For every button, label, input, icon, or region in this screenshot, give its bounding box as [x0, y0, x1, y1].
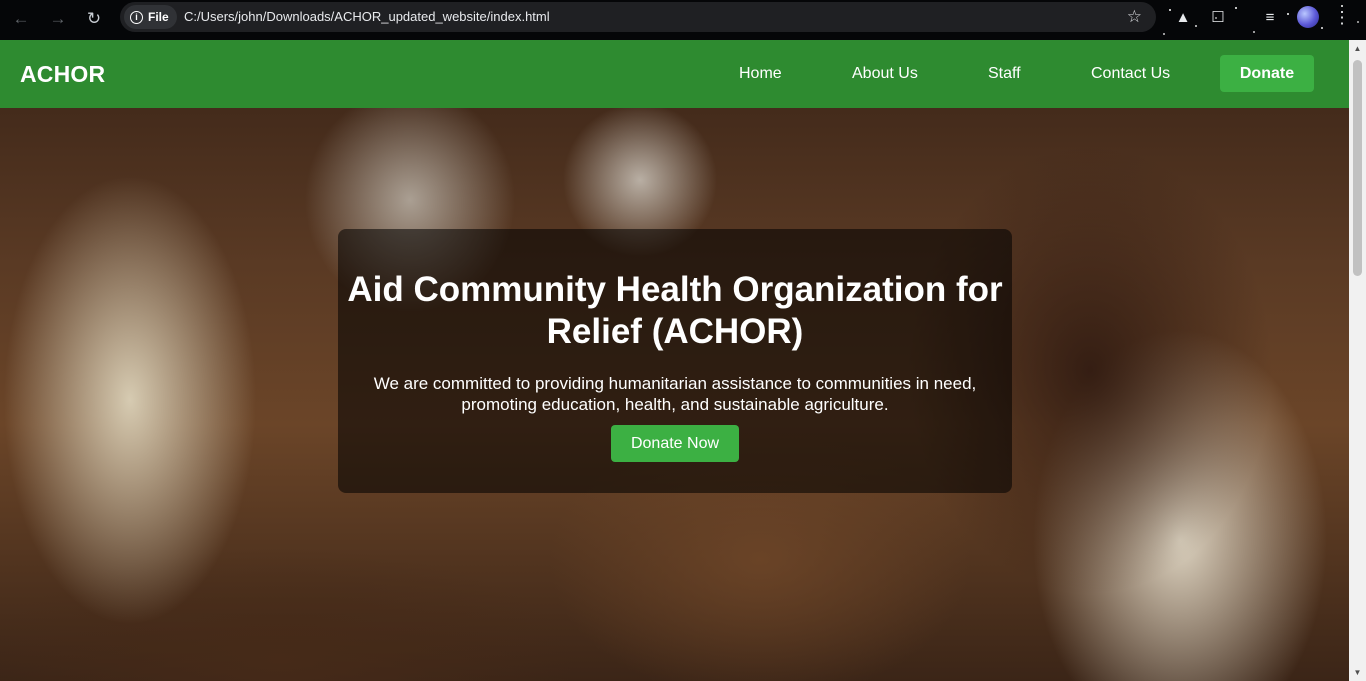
- donate-button[interactable]: Donate: [1220, 55, 1314, 92]
- nav-link-staff[interactable]: Staff: [988, 40, 1021, 108]
- site-info-chip[interactable]: i File: [124, 5, 177, 29]
- reading-list-icon[interactable]: ≡: [1258, 6, 1282, 30]
- profile-avatar-icon[interactable]: [1297, 6, 1319, 28]
- back-icon[interactable]: ←: [8, 6, 34, 32]
- hero-card: Aid Community Health Organization for Re…: [338, 229, 1012, 493]
- page-scrollbar[interactable]: ▲ ▼: [1349, 40, 1366, 681]
- hero-subtitle: We are committed to providing humanitari…: [373, 374, 977, 414]
- webpage: ACHOR Home About Us Staff Contact Us Don…: [0, 40, 1349, 681]
- reload-icon[interactable]: ↻: [81, 6, 107, 32]
- forward-icon[interactable]: →: [45, 6, 71, 32]
- scroll-up-icon[interactable]: ▲: [1349, 40, 1366, 57]
- extension-triangle-icon[interactable]: ▲: [1171, 6, 1195, 30]
- donate-now-button[interactable]: Donate Now: [611, 425, 739, 462]
- extension-puzzle-icon[interactable]: ☐: [1206, 6, 1230, 30]
- url-text[interactable]: C:/Users/john/Downloads/ACHOR_updated_we…: [184, 9, 550, 24]
- site-info-label: File: [148, 10, 169, 24]
- info-icon: i: [130, 10, 143, 24]
- browser-toolbar: ← → ↻ i File C:/Users/john/Downloads/ACH…: [0, 0, 1366, 40]
- nav-link-contact-us[interactable]: Contact Us: [1091, 40, 1170, 108]
- hero-title: Aid Community Health Organization for Re…: [347, 270, 1003, 351]
- address-bar[interactable]: i File C:/Users/john/Downloads/ACHOR_upd…: [120, 2, 1156, 32]
- nav-link-home[interactable]: Home: [739, 40, 782, 108]
- nav-link-about-us[interactable]: About Us: [852, 40, 918, 108]
- kebab-menu-icon[interactable]: ⋮: [1330, 6, 1354, 30]
- site-logo[interactable]: ACHOR: [20, 61, 105, 88]
- site-navbar: ACHOR Home About Us Staff Contact Us Don…: [0, 40, 1349, 108]
- browser-window: ← → ↻ i File C:/Users/john/Downloads/ACH…: [0, 0, 1366, 681]
- bookmark-star-icon[interactable]: ☆: [1127, 7, 1142, 27]
- scrollbar-thumb[interactable]: [1353, 60, 1362, 276]
- scroll-down-icon[interactable]: ▼: [1349, 664, 1366, 681]
